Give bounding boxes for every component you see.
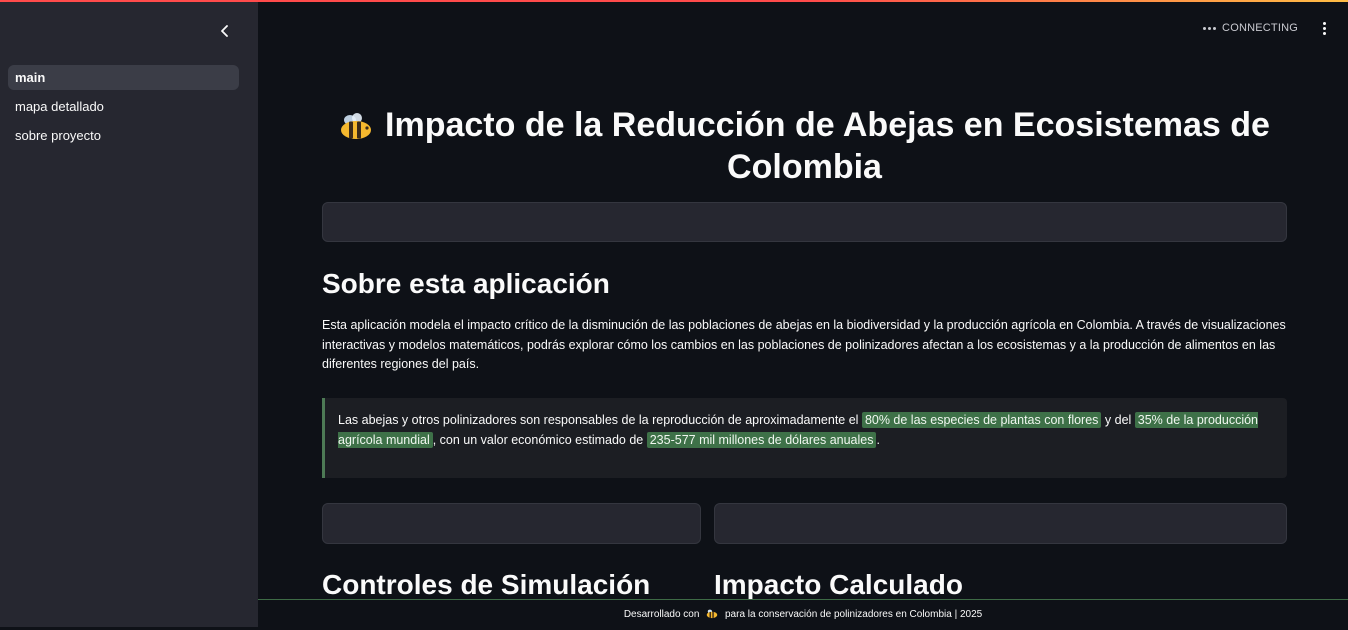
info-callout: Las abejas y otros polinizadores son res… bbox=[322, 398, 1287, 478]
callout-text-2: y del bbox=[1101, 413, 1135, 427]
connection-status-label: CONNECTING bbox=[1222, 22, 1298, 34]
chevron-left-icon bbox=[221, 25, 228, 37]
dots-icon bbox=[1203, 26, 1217, 30]
impact-heading: Impacto Calculado bbox=[714, 569, 963, 600]
sidebar-item-sobre-proyecto[interactable]: sobre proyecto bbox=[8, 123, 239, 148]
highlight-economic-value: 235-577 mil millones de dólares anuales bbox=[646, 432, 877, 448]
footer: Desarrollado con para la conservación de… bbox=[258, 599, 1348, 627]
connection-status: CONNECTING bbox=[1203, 20, 1298, 36]
footer-text-before: Desarrollado con bbox=[623, 609, 700, 620]
more-vertical-icon bbox=[1322, 21, 1326, 35]
footer-text-after: para la conservación de polinizadores en… bbox=[724, 609, 983, 620]
about-text: Esta aplicación modela el impacto crític… bbox=[322, 318, 1286, 371]
sidebar-item-mapa-detallado[interactable]: mapa detallado bbox=[8, 94, 239, 119]
highlight-plants: 80% de las especies de plantas con flore… bbox=[861, 412, 1102, 428]
main-menu-button[interactable] bbox=[1314, 18, 1334, 38]
bee-icon bbox=[341, 113, 372, 139]
callout-text-4: . bbox=[876, 433, 880, 447]
sidebar: main mapa detallado sobre proyecto bbox=[0, 0, 258, 627]
empty-panel-top bbox=[322, 202, 1287, 242]
about-heading: Sobre esta aplicación bbox=[322, 268, 610, 299]
empty-panel-right bbox=[714, 503, 1287, 544]
page-title: Impacto de la Reducción de Abejas en Eco… bbox=[322, 104, 1287, 188]
empty-panel-left bbox=[322, 503, 701, 544]
bee-icon-footer bbox=[706, 609, 718, 619]
main-area: CONNECTING Impacto de la Reducción de Ab… bbox=[258, 0, 1348, 627]
top-accent-line bbox=[0, 0, 1348, 2]
page-title-text: Impacto de la Reducción de Abejas en Eco… bbox=[385, 106, 1270, 186]
collapse-sidebar-button[interactable] bbox=[214, 20, 236, 42]
callout-text-3: , con un valor económico estimado de bbox=[432, 433, 647, 447]
controls-heading: Controles de Simulación bbox=[322, 569, 651, 600]
callout-text-1: Las abejas y otros polinizadores son res… bbox=[338, 413, 862, 427]
sidebar-item-main[interactable]: main bbox=[8, 65, 239, 90]
sidebar-nav: main mapa detallado sobre proyecto bbox=[8, 65, 239, 152]
